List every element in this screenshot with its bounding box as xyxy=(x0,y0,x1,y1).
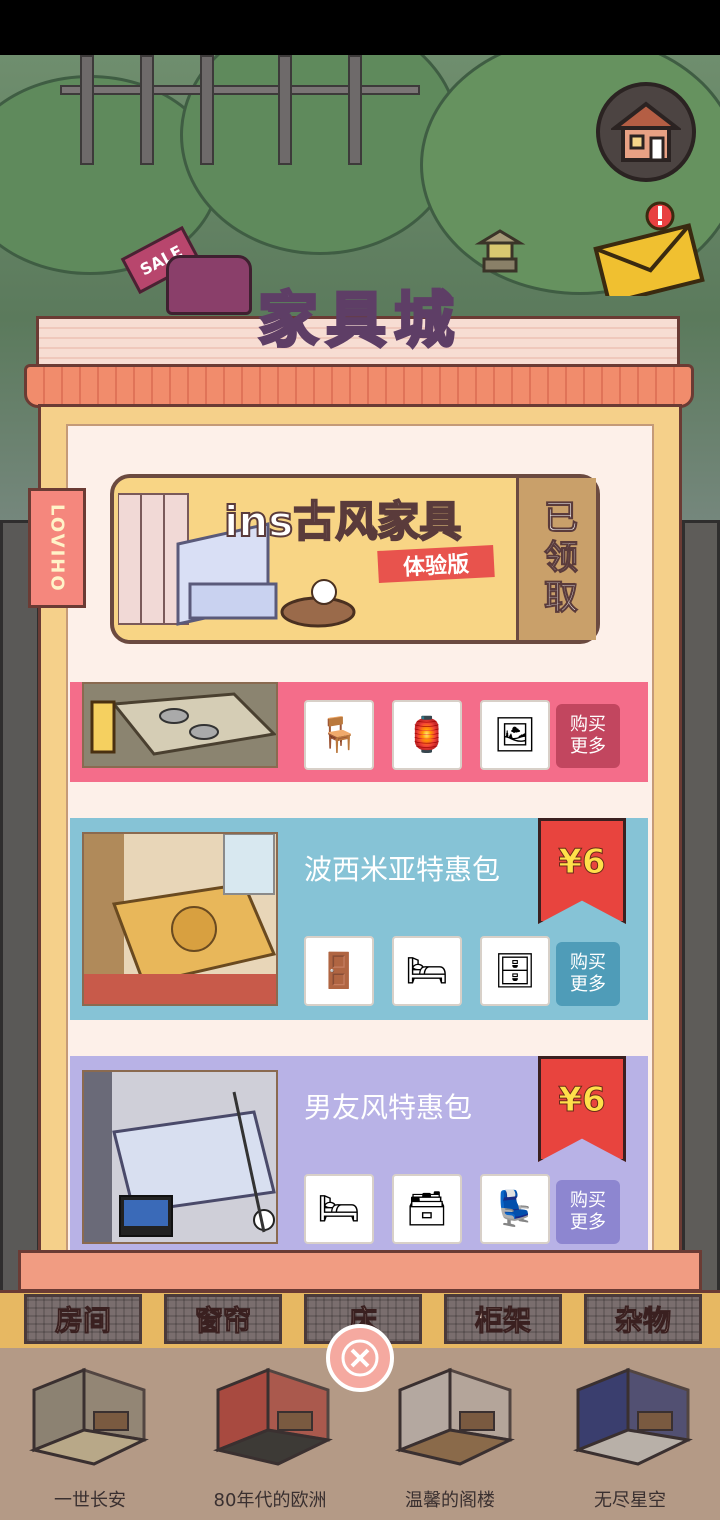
pack-price: ¥6 xyxy=(558,842,606,883)
pack-price: ¥6 xyxy=(558,1080,606,1121)
wall-right xyxy=(682,520,720,1320)
pack-name: 男友风特惠包 xyxy=(304,1091,473,1124)
stone-lantern-icon xyxy=(474,229,526,273)
bed-icon[interactable]: 🛏 xyxy=(304,1174,374,1244)
room-thumbnail[interactable] xyxy=(568,1360,698,1470)
room-thumbnail[interactable] xyxy=(390,1360,520,1470)
pack-image xyxy=(82,1070,278,1244)
room-label: 温馨的阁楼 xyxy=(405,1490,495,1511)
pack-image xyxy=(82,682,278,768)
tatami-room-illustration xyxy=(84,684,276,766)
status-bar xyxy=(0,0,720,55)
screen-icon[interactable]: 🚪 xyxy=(304,936,374,1006)
ins-banner-title: ins古风家具 xyxy=(223,496,462,547)
room-label: 一世长安 xyxy=(54,1490,126,1511)
buy-more-button[interactable]: 购买 更多 xyxy=(556,1180,620,1244)
shop-base xyxy=(18,1250,702,1292)
lantern-icon[interactable]: 🏮 xyxy=(392,700,462,770)
tab-shelf[interactable]: 柜架 xyxy=(444,1294,562,1344)
house-icon xyxy=(611,101,681,162)
close-button[interactable] xyxy=(326,1324,394,1392)
mail-button[interactable] xyxy=(592,200,708,296)
tab-misc[interactable]: 杂物 xyxy=(584,1294,702,1344)
room-thumbnail[interactable] xyxy=(208,1360,338,1470)
ins-banner-subtitle: 体验版 xyxy=(377,544,495,584)
boyfriend-room-illustration xyxy=(84,1072,276,1242)
shelf-icon[interactable]: 🗃 xyxy=(392,1174,462,1244)
wall-left xyxy=(0,520,40,1320)
room-label: 80年代的欧洲 xyxy=(213,1490,327,1511)
buy-more-button[interactable]: 购买 更多 xyxy=(556,704,620,768)
gaming-chair-icon[interactable]: 💺 xyxy=(480,1174,550,1244)
side-tag: LOVIHO xyxy=(28,488,86,608)
pack-name: 波西米亚特惠包 xyxy=(304,853,501,886)
pack-card-2[interactable]: 波西米亚特惠包 ¥6 🚪 🛏 🗄 购买 更多 xyxy=(70,818,648,1020)
pack-card-1[interactable]: 🪑 🏮 🖼 购买 更多 xyxy=(70,682,648,782)
pack-image xyxy=(82,832,278,1006)
tab-room[interactable]: 房间 xyxy=(24,1294,142,1344)
pack-card-3[interactable]: 男友风特惠包 ¥6 🛏 🗃 💺 购买 更多 xyxy=(70,1056,648,1260)
shop-title: 家具城 xyxy=(257,285,462,358)
tab-curtain[interactable]: 窗帘 xyxy=(164,1294,282,1344)
room-label: 无尽星空 xyxy=(594,1490,666,1511)
bohemian-room-illustration xyxy=(84,834,276,1004)
table-icon[interactable]: 🪑 xyxy=(304,700,374,770)
close-icon xyxy=(341,1339,379,1377)
room-thumbnail[interactable] xyxy=(24,1360,154,1470)
buy-more-button[interactable]: 购买 更多 xyxy=(556,942,620,1006)
bed-icon[interactable]: 🛏 xyxy=(392,936,462,1006)
claimed-status-text: 已领取 xyxy=(537,499,578,620)
poster-icon[interactable]: 🖼 xyxy=(480,700,550,770)
home-button[interactable] xyxy=(596,82,696,182)
cabinet-icon[interactable]: 🗄 xyxy=(480,936,550,1006)
shop-awning xyxy=(24,364,694,408)
claimed-status: 已领取 xyxy=(516,478,596,640)
